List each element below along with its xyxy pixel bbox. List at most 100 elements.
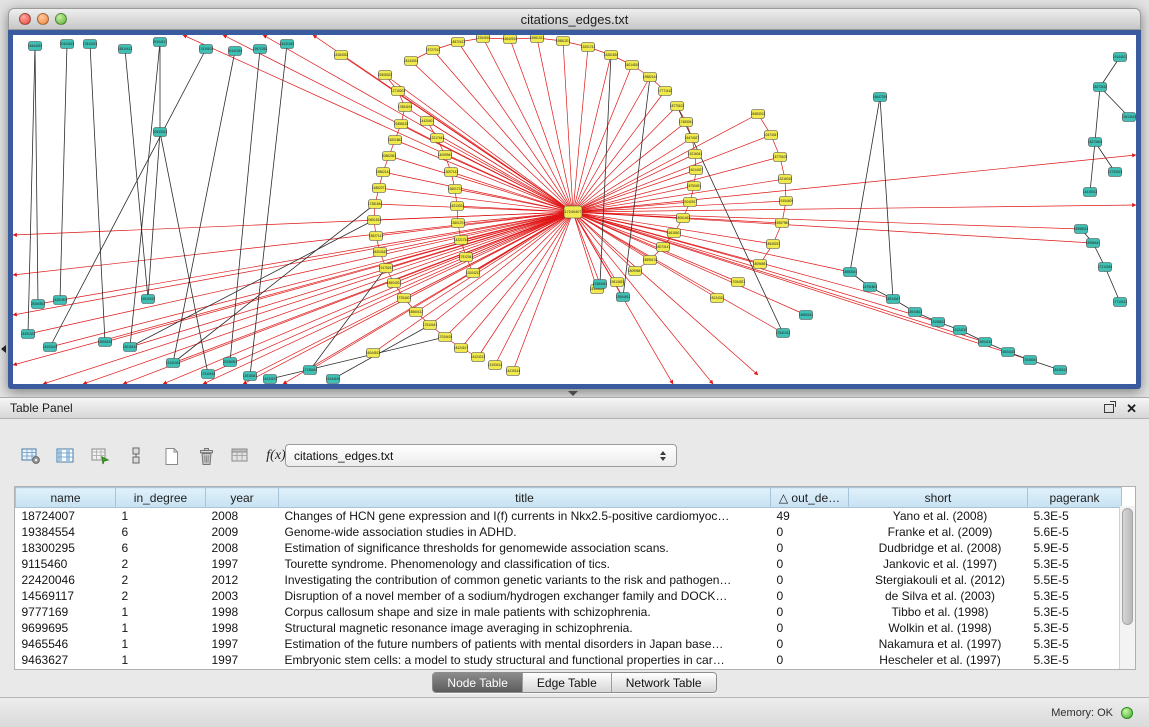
table-cell[interactable]: 1: [116, 508, 206, 525]
table-cell[interactable]: Structural magnetic resonance image aver…: [279, 620, 771, 636]
column-header[interactable]: in_degree: [116, 488, 206, 508]
combobox-stepper-icon[interactable]: [655, 451, 671, 461]
table-cell[interactable]: 2008: [206, 508, 279, 525]
add-column-icon[interactable]: [88, 443, 114, 469]
table-row[interactable]: 977716911998Corpus callosum shape and si…: [16, 604, 1122, 620]
table-cell[interactable]: 0: [771, 620, 849, 636]
table-row[interactable]: 2242004622012Investigating the contribut…: [16, 572, 1122, 588]
table-cell[interactable]: 1998: [206, 620, 279, 636]
table-cell[interactable]: 2: [116, 588, 206, 604]
table-cell[interactable]: Changes of HCN gene expression and I(f) …: [279, 508, 771, 525]
column-header[interactable]: title: [279, 488, 771, 508]
table-cell[interactable]: 1997: [206, 556, 279, 572]
table-cell[interactable]: 9699695: [16, 620, 116, 636]
table-cell[interactable]: 1: [116, 620, 206, 636]
table-cell[interactable]: Franke et al. (2009): [849, 524, 1028, 540]
table-cell[interactable]: Estimation of significance thresholds fo…: [279, 540, 771, 556]
table-cell[interactable]: Dudbridge et al. (2008): [849, 540, 1028, 556]
table-cell[interactable]: Tibbo et al. (1998): [849, 604, 1028, 620]
column-header[interactable]: year: [206, 488, 279, 508]
table-cell[interactable]: 0: [771, 540, 849, 556]
table-cell[interactable]: 5.9E-5: [1028, 540, 1122, 556]
table-row[interactable]: 911546021997Tourette syndrome. Phenomeno…: [16, 556, 1122, 572]
minimize-window-button[interactable]: [37, 13, 49, 25]
table-cell[interactable]: 1: [116, 636, 206, 652]
column-header[interactable]: name: [16, 488, 116, 508]
table-cell[interactable]: 18300295: [16, 540, 116, 556]
table-cell[interactable]: 5.6E-5: [1028, 524, 1122, 540]
close-window-button[interactable]: [19, 13, 31, 25]
table-cell[interactable]: Disruption of a novel member of a sodium…: [279, 588, 771, 604]
table-cell[interactable]: 2008: [206, 540, 279, 556]
window-titlebar[interactable]: citations_edges.txt: [8, 8, 1141, 30]
table-cell[interactable]: Nakamura et al. (1997): [849, 636, 1028, 652]
table-cell[interactable]: Embryonic stem cells: a model to study s…: [279, 652, 771, 668]
table-cell[interactable]: 5.3E-5: [1028, 636, 1122, 652]
table-cell[interactable]: 19384554: [16, 524, 116, 540]
zoom-window-button[interactable]: [55, 13, 67, 25]
table-cell[interactable]: 5.3E-5: [1028, 508, 1122, 525]
table-row[interactable]: 969969511998Structural magnetic resonanc…: [16, 620, 1122, 636]
table-cell[interactable]: de Silva et al. (2003): [849, 588, 1028, 604]
table-cell[interactable]: 5.3E-5: [1028, 604, 1122, 620]
column-header[interactable]: pagerank: [1028, 488, 1122, 508]
table-cell[interactable]: 0: [771, 636, 849, 652]
panel-splitter-handle[interactable]: [568, 391, 578, 396]
table-cell[interactable]: 0: [771, 524, 849, 540]
tab-edge-table[interactable]: Edge Table: [522, 673, 611, 692]
table-cell[interactable]: 2: [116, 572, 206, 588]
table-row[interactable]: 1830029562008Estimation of significance …: [16, 540, 1122, 556]
table-cell[interactable]: 2009: [206, 524, 279, 540]
table-cell[interactable]: 6: [116, 524, 206, 540]
table-cell[interactable]: Corpus callosum shape and size in male p…: [279, 604, 771, 620]
delete-table-icon[interactable]: [193, 443, 219, 469]
table-cell[interactable]: 5.3E-5: [1028, 588, 1122, 604]
table-cell[interactable]: 1997: [206, 636, 279, 652]
table-cell[interactable]: 9777169: [16, 604, 116, 620]
table-cell[interactable]: Hescheler et al. (1997): [849, 652, 1028, 668]
table-cell[interactable]: 1: [116, 652, 206, 668]
table-cell[interactable]: 1: [116, 604, 206, 620]
table-cell[interactable]: 2012: [206, 572, 279, 588]
table-cell[interactable]: 22420046: [16, 572, 116, 588]
table-cell[interactable]: 9465546: [16, 636, 116, 652]
table-row[interactable]: 946554611997Estimation of the future num…: [16, 636, 1122, 652]
table-cell[interactable]: 14569117: [16, 588, 116, 604]
left-panel-collapse-handle[interactable]: [1, 345, 6, 353]
table-cell[interactable]: Investigating the contribution of common…: [279, 572, 771, 588]
table-cell[interactable]: 6: [116, 540, 206, 556]
table-row[interactable]: 1872400712008Changes of HCN gene express…: [16, 508, 1122, 525]
table-cell[interactable]: Genome-wide association studies in ADHD.: [279, 524, 771, 540]
table-cell[interactable]: 0: [771, 588, 849, 604]
table-cell[interactable]: 1998: [206, 604, 279, 620]
column-header[interactable]: short: [849, 488, 1028, 508]
vertical-scrollbar[interactable]: [1119, 506, 1135, 669]
table-cell[interactable]: 9115460: [16, 556, 116, 572]
float-panel-icon[interactable]: [1104, 404, 1114, 413]
scrollbar-thumb[interactable]: [1122, 508, 1133, 625]
table-cell[interactable]: 18724007: [16, 508, 116, 525]
table-cell[interactable]: 0: [771, 652, 849, 668]
column-header[interactable]: △ out_de…: [771, 488, 849, 508]
table-cell[interactable]: 5.5E-5: [1028, 572, 1122, 588]
table-cell[interactable]: Wolkin et al. (1998): [849, 620, 1028, 636]
table-cell[interactable]: Yano et al. (2008): [849, 508, 1028, 525]
table-cell[interactable]: Jankovic et al. (1997): [849, 556, 1028, 572]
network-canvas[interactable]: 1724040722608322127152031785419421858125…: [13, 35, 1136, 384]
table-cell[interactable]: 0: [771, 556, 849, 572]
table-cell[interactable]: 5.3E-5: [1028, 620, 1122, 636]
table-cell[interactable]: 1997: [206, 652, 279, 668]
table-row[interactable]: 1456911722003Disruption of a novel membe…: [16, 588, 1122, 604]
table-cell[interactable]: Tourette syndrome. Phenomenology and cla…: [279, 556, 771, 572]
table-cell[interactable]: Stergiakouli et al. (2012): [849, 572, 1028, 588]
close-panel-icon[interactable]: ✕: [1126, 402, 1137, 415]
row-height-icon[interactable]: [123, 443, 149, 469]
table-row[interactable]: 946362711997Embryonic stem cells: a mode…: [16, 652, 1122, 668]
table-cell[interactable]: 5.3E-5: [1028, 652, 1122, 668]
table-cell[interactable]: 2003: [206, 588, 279, 604]
column-visibility-icon[interactable]: [53, 443, 79, 469]
table-cell[interactable]: 5.3E-5: [1028, 556, 1122, 572]
table-cell[interactable]: 0: [771, 572, 849, 588]
table-cell[interactable]: 0: [771, 604, 849, 620]
table-cell[interactable]: 49: [771, 508, 849, 525]
